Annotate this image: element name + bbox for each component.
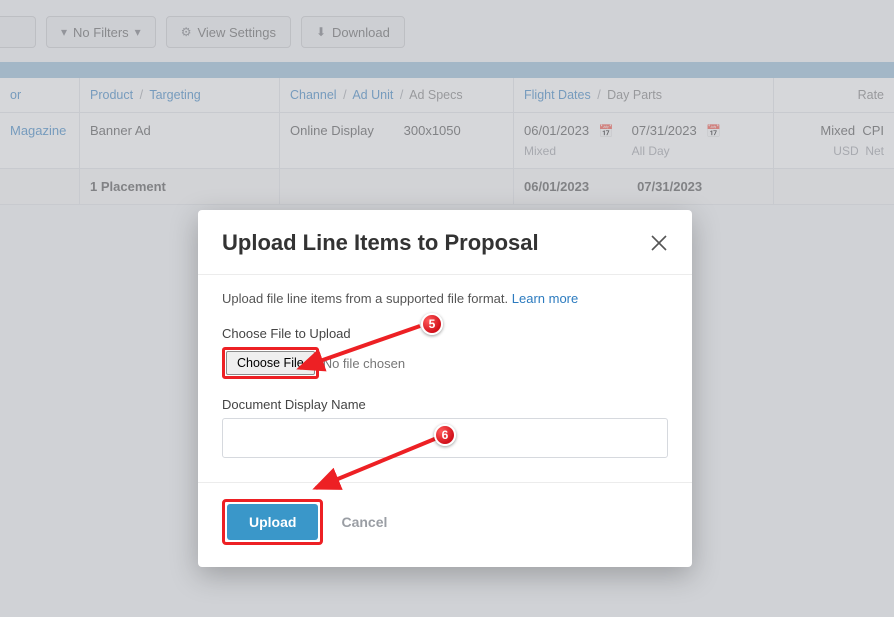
filter-icon: ▾ xyxy=(61,25,67,39)
download-button[interactable]: ⬇ Download xyxy=(301,16,405,48)
row-product: Banner Ad xyxy=(90,123,151,138)
modal-title: Upload Line Items to Proposal xyxy=(222,230,539,256)
no-file-chosen: No file chosen xyxy=(323,356,405,371)
choose-file-button[interactable]: Choose File xyxy=(226,351,315,375)
download-icon: ⬇ xyxy=(316,25,326,39)
modal-hint: Upload file line items from a supported … xyxy=(222,291,668,306)
view-label: View Settings xyxy=(197,25,276,40)
learn-more-link[interactable]: Learn more xyxy=(512,291,578,306)
summary-row: 1 Placement 06/01/2023 07/31/2023 xyxy=(0,169,894,205)
doc-name-label: Document Display Name xyxy=(222,397,668,412)
close-icon[interactable] xyxy=(650,234,668,252)
col-channel[interactable]: Channel xyxy=(290,88,337,102)
filters-label: No Filters xyxy=(73,25,129,40)
col-product[interactable]: Product xyxy=(90,88,133,102)
col-rate: Rate xyxy=(858,88,884,102)
table-row[interactable]: Magazine Banner Ad Online Display 300x10… xyxy=(0,113,894,169)
summary-end: 07/31/2023 xyxy=(637,179,702,194)
line-items-grid: or Product / Targeting Channel / Ad Unit… xyxy=(0,78,894,205)
row-dayparts: All Day xyxy=(632,144,722,158)
col-targeting[interactable]: Targeting xyxy=(149,88,200,102)
col-ad-unit[interactable]: Ad Unit xyxy=(352,88,393,102)
table-header: or Product / Targeting Channel / Ad Unit… xyxy=(0,78,894,113)
col-ad-specs: Ad Specs xyxy=(409,88,463,102)
summary-start: 06/01/2023 xyxy=(524,179,589,194)
cancel-button[interactable]: Cancel xyxy=(341,514,387,530)
gear-icon: ⚙ xyxy=(181,25,192,39)
row-channel: Online Display xyxy=(290,123,400,138)
filters-button[interactable]: ▾ No Filters ▾ xyxy=(46,16,156,48)
row-adspecs: 300x1050 xyxy=(404,123,461,138)
calendar-icon[interactable]: 📅 xyxy=(599,124,614,138)
calendar-icon[interactable]: 📅 xyxy=(706,124,721,138)
view-settings-button[interactable]: ⚙ View Settings xyxy=(166,16,291,48)
annotation-badge-5: 5 xyxy=(421,313,443,335)
chevron-down-icon: ▾ xyxy=(135,25,141,39)
col-flight[interactable]: Flight Dates xyxy=(524,88,591,102)
upload-button[interactable]: Upload xyxy=(227,504,318,540)
toolbar: ▾ No Filters ▾ ⚙ View Settings ⬇ Downloa… xyxy=(0,0,894,62)
row-or[interactable]: Magazine xyxy=(10,123,66,138)
row-freq: Mixed xyxy=(524,144,614,158)
row-rate-unit: CPI xyxy=(862,123,884,138)
row-currency: USD xyxy=(833,144,858,158)
annotation-highlight-choose: Choose File xyxy=(222,347,319,379)
summary-placement: 1 Placement xyxy=(90,179,166,194)
header-band xyxy=(0,62,894,78)
row-rate-type: Mixed xyxy=(820,123,855,138)
annotation-highlight-upload: Upload xyxy=(222,499,323,545)
upload-modal: Upload Line Items to Proposal Upload fil… xyxy=(198,210,692,567)
row-gross: Net xyxy=(865,144,884,158)
annotation-badge-6: 6 xyxy=(434,424,456,446)
download-label: Download xyxy=(332,25,390,40)
col-dayparts: Day Parts xyxy=(607,88,662,102)
choose-file-label: Choose File to Upload xyxy=(222,326,668,341)
row-flight-end: 07/31/2023 xyxy=(632,123,697,138)
col-or[interactable]: or xyxy=(10,88,21,102)
cropped-button[interactable] xyxy=(0,16,36,48)
row-flight-start: 06/01/2023 xyxy=(524,123,589,138)
